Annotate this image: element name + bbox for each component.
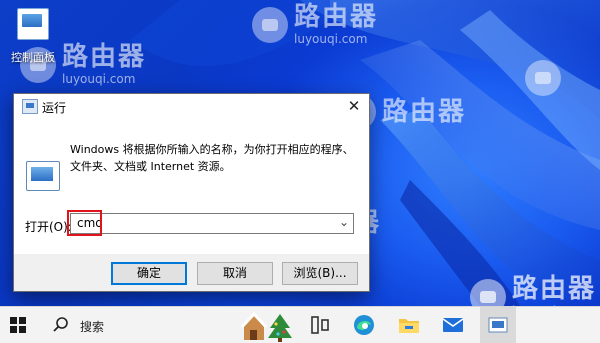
description-line-1: Windows 将根据你所输入的名称，为你打开相应的程序、 [70,143,354,156]
router-logo-icon [470,278,506,306]
watermark-brand: 路由器 [382,97,467,127]
run-dialog-title: 运行 [42,101,67,115]
run-dialog-description: Windows 将根据你所输入的名称，为你打开相应的程序、 文件夹、文档或 In… [70,141,360,175]
search-icon[interactable] [52,316,70,334]
router-logo-icon [252,6,288,43]
run-app-icon [488,317,508,333]
router-logo-icon [525,60,561,96]
cancel-button[interactable]: 取消 [197,262,273,285]
taskbar-run-active[interactable] [480,307,516,343]
run-program-icon [26,161,60,191]
description-line-2: 文件夹、文档或 Internet 资源。 [70,160,231,173]
watermark-domain: luyouqi.com [62,72,136,86]
run-dialog: 运行 ✕ Windows 将根据你所输入的名称，为你打开相应的程序、 文件夹、文… [13,93,370,292]
run-app-icon [22,99,38,114]
open-combobox[interactable]: cmd ⌄ [70,213,354,234]
close-button[interactable]: ✕ [339,94,369,119]
start-button[interactable] [10,317,26,333]
ok-button[interactable]: 确定 [111,262,187,285]
desktop-icon-control-panel[interactable]: 控制面板 [8,8,58,65]
taskbar: 搜索 [0,306,600,343]
mail-icon[interactable] [441,313,465,337]
watermark-domain: luyouqi.com [294,32,368,46]
open-label: 打开(O): [25,220,72,234]
watermark-brand: 路由器 [512,274,597,304]
holiday-decoration-icon [240,311,292,342]
watermark-brand: 路由器 [62,42,147,72]
watermark-top: 路由器 luyouqi.com [252,4,378,45]
chevron-down-icon[interactable]: ⌄ [339,215,349,229]
watermark-corner: 路由器 luyouqi.com [470,276,596,306]
desktop-icon-label: 控制面板 [11,51,55,64]
browse-button[interactable]: 浏览(B)... [282,262,358,285]
edge-icon[interactable] [352,313,376,337]
cmd-highlight-box [67,210,102,236]
run-dialog-body: Windows 将根据你所输入的名称，为你打开相应的程序、 文件夹、文档或 In… [14,119,369,291]
task-view-icon[interactable] [308,313,332,337]
run-dialog-button-bar: 确定 取消 浏览(B)... [14,254,369,291]
run-dialog-titlebar[interactable]: 运行 ✕ [14,94,369,119]
control-panel-icon [17,8,49,40]
taskbar-search-label[interactable]: 搜索 [80,318,104,335]
watermark-brand: 路由器 [294,2,379,32]
watermark-right [525,60,561,96]
file-explorer-icon[interactable] [397,313,421,337]
